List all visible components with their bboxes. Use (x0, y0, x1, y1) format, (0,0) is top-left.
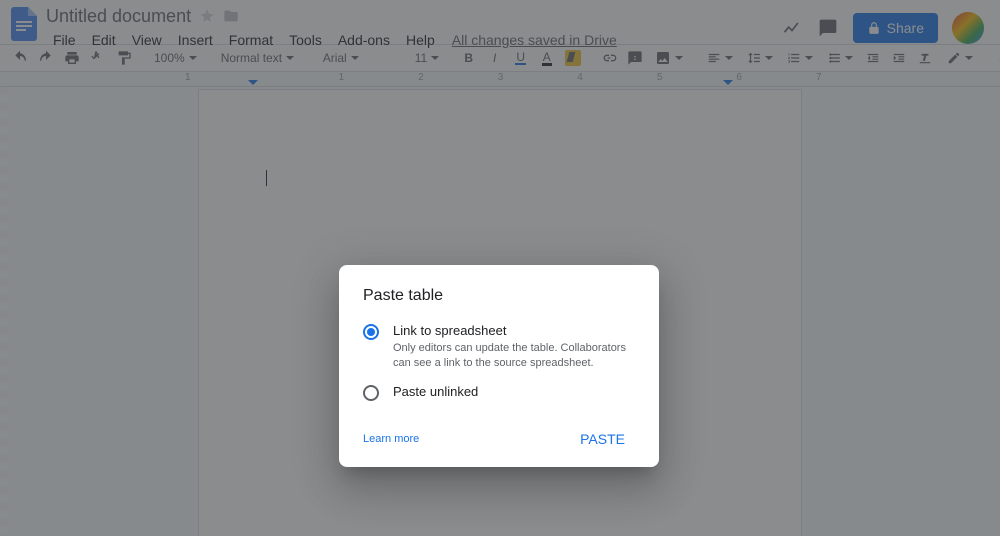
option-label: Link to spreadsheet (393, 323, 635, 338)
option-label: Paste unlinked (393, 384, 635, 399)
option-link-to-spreadsheet[interactable]: Link to spreadsheet Only editors can upd… (363, 323, 635, 372)
paste-button[interactable]: PASTE (570, 423, 635, 455)
dialog-title: Paste table (363, 287, 635, 305)
paste-table-dialog: Paste table Link to spreadsheet Only edi… (339, 265, 659, 467)
radio-icon[interactable] (363, 324, 379, 340)
option-paste-unlinked[interactable]: Paste unlinked (363, 384, 635, 401)
radio-icon[interactable] (363, 385, 379, 401)
learn-more-link[interactable]: Learn more (363, 433, 419, 445)
option-desc: Only editors can update the table. Colla… (393, 341, 635, 372)
